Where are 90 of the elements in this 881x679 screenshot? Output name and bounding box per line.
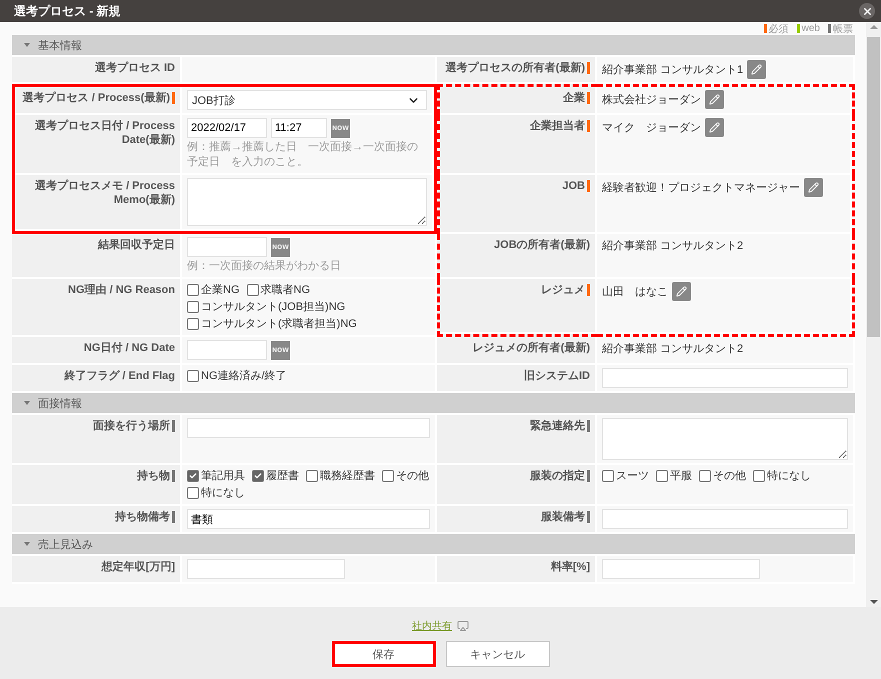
section-header[interactable]: 面接情報 <box>12 393 855 413</box>
scrollbar[interactable] <box>866 22 881 607</box>
check-icon <box>189 472 197 480</box>
field-value: 山田 はなこ <box>602 284 668 300</box>
checkbox[interactable]: 平服 <box>656 468 692 484</box>
checkbox[interactable]: 職務経歴書 <box>306 468 375 484</box>
section-title: 売上見込み <box>38 538 93 552</box>
time-field[interactable]: 11:27 <box>271 118 327 138</box>
checkbox[interactable]: その他 <box>699 468 746 484</box>
text-area[interactable] <box>602 418 848 460</box>
field-label: 選考プロセスの所有者(最新) <box>446 61 585 75</box>
legend-item: 必須 <box>764 22 789 36</box>
field-label: 選考プロセス ID <box>94 61 175 75</box>
field-label: 旧システムID <box>524 369 590 383</box>
checkbox[interactable]: 特になし <box>753 468 811 484</box>
field-label: 想定年収[万円] <box>102 560 175 574</box>
checkbox[interactable]: コンサルタント(求職者担当)NG <box>187 316 357 332</box>
field-value: マイク ジョーダン <box>602 120 701 136</box>
legend-item: web <box>796 23 820 34</box>
checkbox[interactable]: 筆記用具 <box>187 468 245 484</box>
checkbox[interactable]: その他 <box>382 468 429 484</box>
field-value: 経験者歓迎！プロジェクトマネージャー <box>602 180 800 196</box>
legend-item: 帳票 <box>828 22 853 36</box>
section-title: 面接情報 <box>38 396 82 410</box>
text-field[interactable] <box>602 509 848 529</box>
section-header[interactable]: 売上見込み <box>12 534 855 554</box>
checkbox[interactable]: NG連絡済み/終了 <box>187 368 287 384</box>
edit-button[interactable] <box>747 60 766 79</box>
close-icon <box>862 6 872 16</box>
section-header[interactable]: 基本情報 <box>12 35 855 55</box>
field-label: 料率[%] <box>550 560 590 574</box>
field-label: レジュメ <box>541 283 585 297</box>
section-title: 基本情報 <box>38 38 82 52</box>
checkbox[interactable]: 特になし <box>187 485 245 501</box>
text-area[interactable] <box>187 178 427 226</box>
hint-text: 例：推薦→推薦した日 一次面接→一次面接の予定日 を入力のこと。 <box>187 140 419 170</box>
checkbox[interactable]: 求職者NG <box>246 282 310 298</box>
field-label: 選考プロセス / Process(最新) <box>22 91 170 105</box>
checkbox[interactable]: コンサルタント(JOB担当)NG <box>187 299 346 315</box>
text-field[interactable] <box>187 418 430 438</box>
pencil-icon <box>709 94 720 105</box>
pencil-icon <box>808 182 819 193</box>
pencil-icon <box>709 122 720 133</box>
check-icon <box>254 472 262 480</box>
field-label: 企業担当者 <box>530 119 585 133</box>
edit-button[interactable] <box>672 282 691 301</box>
hint-text: 例：一次面接の結果がわかる日 <box>187 259 342 274</box>
field-value: 紹介事業部 コンサルタント1 <box>602 62 744 78</box>
checkbox[interactable]: 企業NG <box>187 282 240 298</box>
field-label: 結果回収予定日 <box>98 238 175 252</box>
pencil-icon <box>751 64 762 75</box>
scroll-up-icon[interactable] <box>870 25 878 29</box>
field-value: 株式会社ジョーダン <box>602 92 701 108</box>
field-label: 企業 <box>563 91 585 105</box>
field-label: 服装備考 <box>541 510 585 524</box>
field-label: NG理由 / NG Reason <box>68 283 175 297</box>
text-field[interactable]: 書類 <box>187 509 430 529</box>
cancel-button[interactable]: キャンセル <box>446 641 550 667</box>
field-label: 持ち物 <box>137 469 170 483</box>
field-label: レジュメの所有者(最新) <box>472 341 590 355</box>
field-label: JOBの所有者(最新) <box>494 238 590 252</box>
field-label: 服装の指定 <box>530 469 585 483</box>
field-label: NG日付 / NG Date <box>84 341 175 355</box>
checkbox[interactable]: スーツ <box>602 468 649 484</box>
save-button[interactable]: 保存 <box>332 641 436 667</box>
monitor-icon <box>457 620 469 632</box>
date-field[interactable]: 2022/02/17 <box>187 118 267 138</box>
edit-button[interactable] <box>705 90 724 109</box>
field-label: 終了フラグ / End Flag <box>64 369 175 383</box>
date-field[interactable] <box>187 237 267 257</box>
edit-button[interactable] <box>804 178 823 197</box>
window-title: 選考プロセス - 新規 <box>14 2 121 20</box>
field-label: 持ち物備考 <box>115 510 170 524</box>
checkbox[interactable]: 履歴書 <box>252 468 299 484</box>
edit-button[interactable] <box>705 118 724 137</box>
field-label: 選考プロセスメモ / Process Memo(最新) <box>34 179 175 207</box>
field-label: 緊急連絡先 <box>530 419 585 433</box>
date-field[interactable] <box>187 340 267 360</box>
text-field[interactable] <box>602 368 848 388</box>
select-field[interactable]: JOB打診 <box>187 90 427 110</box>
field-label: 選考プロセス日付 / Process Date(最新) <box>34 119 175 147</box>
field-value: 紹介事業部 コンサルタント2 <box>602 342 744 357</box>
text-field[interactable] <box>602 559 760 579</box>
field-label: JOB <box>562 179 585 193</box>
field-label: 面接を行う場所 <box>93 419 170 433</box>
close-button[interactable] <box>859 3 875 19</box>
scrollbar-thumb[interactable] <box>867 37 880 337</box>
field-value: 紹介事業部 コンサルタント2 <box>602 238 744 254</box>
text-field[interactable] <box>187 559 345 579</box>
pencil-icon <box>676 286 687 297</box>
